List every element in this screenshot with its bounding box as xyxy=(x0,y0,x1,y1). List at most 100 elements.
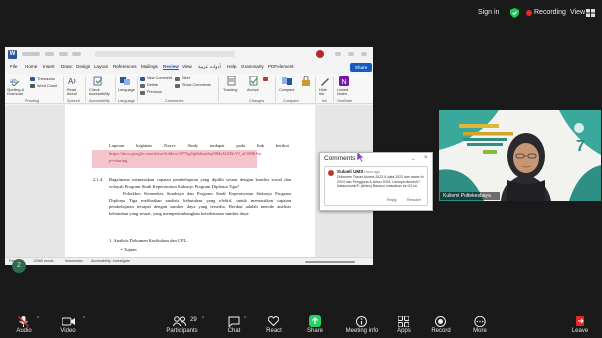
show-comments-icon[interactable] xyxy=(175,84,180,88)
react-label[interactable]: React xyxy=(266,328,282,334)
share-screen-icon[interactable] xyxy=(309,315,321,327)
recording-status[interactable]: Recording xyxy=(534,9,566,16)
chat-options-caret[interactable]: ^ xyxy=(244,316,246,322)
audio-options-caret[interactable]: ^ xyxy=(37,316,39,322)
thesaurus-label[interactable]: Thesaurus xyxy=(37,77,55,81)
account-avatar[interactable] xyxy=(316,50,324,58)
tab-file[interactable]: File xyxy=(10,64,17,69)
spelling-icon[interactable]: ab xyxy=(10,76,20,86)
redo-icon[interactable] xyxy=(72,52,81,56)
resolve-button[interactable]: Resolve xyxy=(407,198,421,202)
record-label[interactable]: Record xyxy=(431,328,450,334)
participants-label[interactable]: Participants xyxy=(166,328,197,334)
maximize-icon[interactable] xyxy=(348,52,354,56)
delete-label[interactable]: Delete xyxy=(147,83,158,87)
autosave-toggle[interactable] xyxy=(22,52,40,56)
tab-mailings[interactable]: Mailings xyxy=(141,64,158,69)
video-options-caret[interactable]: ^ xyxy=(83,316,85,322)
accessibility-check-icon[interactable] xyxy=(93,76,103,86)
chat-icon[interactable] xyxy=(228,316,240,327)
minimize-icon[interactable] xyxy=(335,52,341,56)
save-icon[interactable] xyxy=(45,52,54,56)
meeting-info-label[interactable]: Meeting info xyxy=(346,328,379,334)
word-count-label[interactable]: Word Count xyxy=(37,84,57,88)
more-icon[interactable] xyxy=(474,316,486,327)
record-icon[interactable] xyxy=(435,316,446,327)
close-icon[interactable] xyxy=(361,52,367,56)
grid-view-icon[interactable] xyxy=(586,9,595,17)
new-comment-icon[interactable] xyxy=(140,77,145,81)
more-label[interactable]: More xyxy=(473,328,487,334)
hide-ink-label[interactable]: Hide Ink xyxy=(319,88,331,97)
new-comment-label[interactable]: New Comment xyxy=(147,76,172,80)
previous-label[interactable]: Previous xyxy=(147,90,162,94)
tab-layout[interactable]: Layout xyxy=(94,64,108,69)
tab-references[interactable]: References xyxy=(113,64,137,69)
tab-draw[interactable]: Draw xyxy=(61,64,72,69)
undo-icon[interactable] xyxy=(59,52,68,56)
tracking-icon[interactable] xyxy=(227,76,237,86)
check-accessibility-label[interactable]: Check Accessibility xyxy=(89,88,115,97)
shield-check-icon[interactable] xyxy=(510,8,519,18)
tab-home[interactable]: Home xyxy=(25,64,37,69)
drive-link-line1[interactable]: https://docs.google.com/drive/folders/1P… xyxy=(109,151,293,158)
word-count-icon[interactable] xyxy=(30,84,35,88)
linked-notes-label[interactable]: Linked Notes xyxy=(337,88,353,97)
word-share-button[interactable]: Share xyxy=(350,63,372,72)
language-label[interactable]: Language xyxy=(118,88,135,92)
participants-options-caret[interactable]: ^ xyxy=(202,316,204,322)
language-icon[interactable] xyxy=(120,76,130,86)
next-label[interactable]: Next xyxy=(182,76,190,80)
tab-help[interactable]: Help xyxy=(227,64,236,69)
show-comments-label[interactable]: Show Comments xyxy=(182,83,211,87)
sign-in-link[interactable]: Sign in xyxy=(478,9,499,16)
leave-label[interactable]: Leave xyxy=(572,328,588,334)
language-status[interactable]: Indonesian xyxy=(65,259,83,263)
tab-view[interactable]: View xyxy=(182,64,192,69)
spelling-label[interactable]: Spelling & Grammar xyxy=(7,88,27,97)
heart-icon[interactable] xyxy=(268,316,279,326)
delete-comment-icon[interactable] xyxy=(140,84,145,88)
compare-label[interactable]: Compare xyxy=(279,88,295,92)
previous-comment-icon[interactable] xyxy=(140,91,145,95)
read-aloud-icon[interactable]: A xyxy=(68,76,77,86)
word-count-status[interactable]: 13365 words xyxy=(33,259,54,263)
leave-icon[interactable] xyxy=(574,315,586,327)
video-label[interactable]: Video xyxy=(60,328,75,334)
audio-label[interactable]: Audio xyxy=(16,328,31,334)
onenote-icon[interactable]: N xyxy=(339,76,349,86)
tab-insert[interactable]: Insert xyxy=(43,64,55,69)
tracking-label[interactable]: Tracking xyxy=(223,88,237,92)
search-box[interactable] xyxy=(95,51,235,57)
drive-link-line2[interactable]: p=sharing xyxy=(109,158,127,165)
share-label[interactable]: Share xyxy=(307,328,323,334)
protect-icon[interactable] xyxy=(301,76,311,86)
tab-pdfelement[interactable]: PDFelement xyxy=(268,64,294,69)
comment-card[interactable]: Sulaeli UMS 2 hours ago Dokumen Tracer A… xyxy=(324,166,428,206)
accessibility-status[interactable]: Accessibility: Investigate xyxy=(91,259,130,263)
chat-label[interactable]: Chat xyxy=(228,328,241,334)
next-comment-icon[interactable] xyxy=(175,77,180,81)
accept-label[interactable]: Accept xyxy=(247,88,259,92)
apps-label[interactable]: Apps xyxy=(397,328,411,334)
zoom-slider[interactable] xyxy=(305,261,355,263)
tab-arabic-tools[interactable]: أدوات عربية xyxy=(198,64,221,70)
microphone-muted-icon[interactable] xyxy=(18,316,29,327)
video-camera-icon[interactable] xyxy=(62,317,75,326)
tab-design[interactable]: Design xyxy=(76,64,90,69)
hide-ink-icon[interactable] xyxy=(320,76,330,86)
close-icon[interactable]: × xyxy=(424,155,428,161)
participants-icon[interactable] xyxy=(173,316,186,326)
thesaurus-icon[interactable] xyxy=(30,77,35,81)
info-icon[interactable] xyxy=(356,316,367,327)
view-menu[interactable]: View xyxy=(570,9,585,16)
reject-icon[interactable] xyxy=(263,77,268,81)
accept-icon[interactable] xyxy=(249,76,259,86)
tab-review[interactable]: Review xyxy=(163,64,179,69)
read-aloud-label[interactable]: Read Aloud xyxy=(67,88,79,97)
apps-icon[interactable] xyxy=(398,316,409,327)
participant-initials-bubble[interactable]: Z xyxy=(12,259,26,273)
tab-grammarly[interactable]: Grammarly xyxy=(241,64,264,69)
chevron-down-icon[interactable]: ⌄ xyxy=(411,156,415,162)
compare-icon[interactable] xyxy=(282,76,292,86)
